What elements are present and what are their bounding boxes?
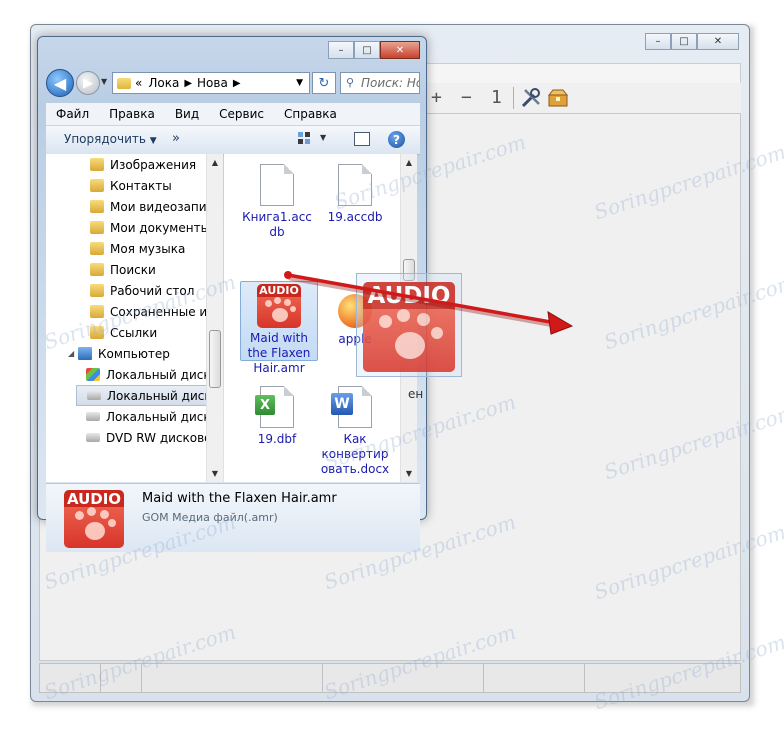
drag-direction-arrow xyxy=(284,271,574,335)
